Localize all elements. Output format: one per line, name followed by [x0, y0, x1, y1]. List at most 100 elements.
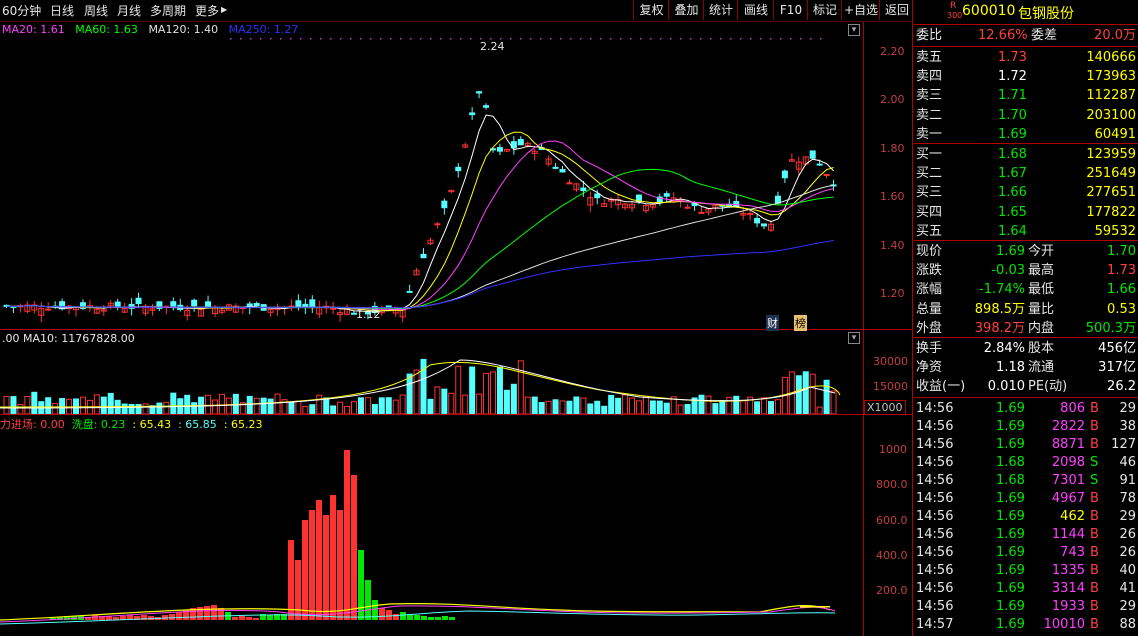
- tick-count: 40: [1119, 563, 1136, 578]
- tick-count: 29: [1119, 509, 1136, 524]
- finance-badge[interactable]: 财: [766, 315, 779, 331]
- tick-count: 29: [1119, 401, 1136, 416]
- volume-bar: [205, 394, 212, 414]
- volume-menu-icon[interactable]: ▾: [848, 332, 860, 344]
- fuquan-button[interactable]: 复权: [633, 0, 669, 20]
- add-watchlist-button[interactable]: +自选: [841, 0, 880, 20]
- marker-dot: [370, 38, 372, 40]
- more-arrow-icon[interactable]: ▶: [221, 5, 227, 14]
- stat-value: 500.3万: [1085, 320, 1136, 336]
- info-label: 净资: [916, 360, 943, 376]
- candle-body: [45, 308, 52, 311]
- draw-button[interactable]: 画线: [737, 0, 774, 20]
- marker-dot: [530, 38, 532, 40]
- candle-body: [594, 193, 601, 199]
- period-more[interactable]: 更多: [195, 2, 219, 19]
- moving-average-line: [6, 131, 834, 312]
- marker-dot: [250, 38, 252, 40]
- mark-button[interactable]: 标记: [807, 0, 842, 20]
- candle-body: [566, 182, 573, 185]
- info-value: 2.84%: [983, 341, 1025, 356]
- volume-bar: [184, 394, 191, 414]
- tick-row: 14:56 1.68 7301 S 91: [914, 471, 1138, 490]
- ranking-badge[interactable]: 榜: [794, 315, 807, 331]
- stat-label: 涨幅: [916, 282, 943, 298]
- marker-dot: [540, 38, 542, 40]
- volume-bar: [212, 399, 218, 414]
- divider: [914, 24, 1138, 25]
- tick-count: 91: [1119, 473, 1136, 488]
- indicator-bar: [218, 608, 224, 620]
- candle-body: [663, 193, 670, 197]
- marker-dot: [400, 38, 402, 40]
- marker-dot: [560, 38, 562, 40]
- bid-label: 买五: [916, 223, 943, 239]
- indicator-bar: [253, 618, 259, 620]
- ask-label: 卖四: [916, 69, 943, 85]
- volume-bar: [496, 366, 503, 414]
- candle-body: [420, 253, 427, 259]
- volume-bar: [218, 393, 225, 414]
- marker-dot: [790, 38, 792, 40]
- tick-time: 14:56: [916, 509, 954, 524]
- marker-dot: [260, 38, 262, 40]
- stat-row: 涨幅 -1.74% 最低 1.66: [914, 280, 1138, 299]
- volume-bar: [246, 395, 253, 414]
- volume-bar: [733, 395, 740, 414]
- volume-bar: [413, 369, 420, 414]
- stat-value: 1.70: [1107, 244, 1136, 259]
- candle-body: [295, 300, 302, 309]
- candle-body: [761, 223, 768, 227]
- volume-chart[interactable]: [0, 345, 863, 414]
- candlestick-chart[interactable]: [0, 36, 863, 329]
- tick-row: 14:56 1.69 743 B 26: [914, 543, 1138, 562]
- volume-bar: [594, 400, 601, 414]
- candle-body: [469, 112, 476, 116]
- indicator-bar: [428, 617, 434, 620]
- marker-dot: [820, 38, 822, 40]
- tick-count: 26: [1119, 545, 1136, 560]
- volume-bar: [545, 400, 552, 414]
- info-label: 换手: [916, 341, 943, 356]
- tick-side: B: [1090, 617, 1099, 632]
- candle-body: [406, 290, 413, 293]
- tick-time: 14:56: [916, 527, 954, 542]
- tick-volume: 1335: [1051, 563, 1085, 578]
- back-button[interactable]: 返回: [879, 0, 915, 20]
- volume-bar: [601, 405, 608, 414]
- indicator-bar: [246, 617, 252, 620]
- bid-label: 买二: [916, 166, 943, 182]
- volume-bar: [337, 401, 344, 414]
- tick-count: 26: [1119, 527, 1136, 542]
- volume-bar: [420, 358, 427, 414]
- period-multi[interactable]: 多周期: [150, 2, 186, 19]
- indicator-bar: [400, 612, 406, 620]
- info-row: 收益(一) 0.010 PE(动) 26.2: [914, 377, 1138, 396]
- marker-dot: [310, 38, 312, 40]
- indicator-chart[interactable]: [0, 430, 863, 636]
- candle-body: [559, 169, 566, 173]
- tick-side: S: [1090, 473, 1099, 488]
- period-daily[interactable]: 日线: [50, 2, 74, 19]
- indicator-bar: [309, 510, 315, 620]
- period-monthly[interactable]: 月线: [117, 2, 141, 19]
- candle-body: [809, 150, 816, 159]
- marker-dot: [300, 38, 302, 40]
- candle-body: [684, 206, 691, 209]
- chart-menu-icon[interactable]: ▾: [848, 24, 860, 36]
- overlay-button[interactable]: 叠加: [668, 0, 704, 20]
- stats-button[interactable]: 统计: [703, 0, 738, 20]
- period-weekly[interactable]: 周线: [84, 2, 108, 19]
- candle-body: [781, 170, 788, 179]
- f10-button[interactable]: F10: [773, 0, 808, 20]
- stat-label: 总量: [916, 301, 943, 317]
- period-60min[interactable]: 60分钟: [2, 2, 41, 19]
- marker-dot: [380, 38, 382, 40]
- marker-dot: [430, 38, 432, 40]
- bid-row: 买五 1.64 59532: [914, 222, 1138, 241]
- volume-bar: [809, 373, 816, 414]
- marker-dot: [780, 38, 782, 40]
- volume-bar: [344, 405, 351, 414]
- tick-volume: 2098: [1051, 455, 1085, 470]
- ask-label: 卖五: [916, 50, 943, 65]
